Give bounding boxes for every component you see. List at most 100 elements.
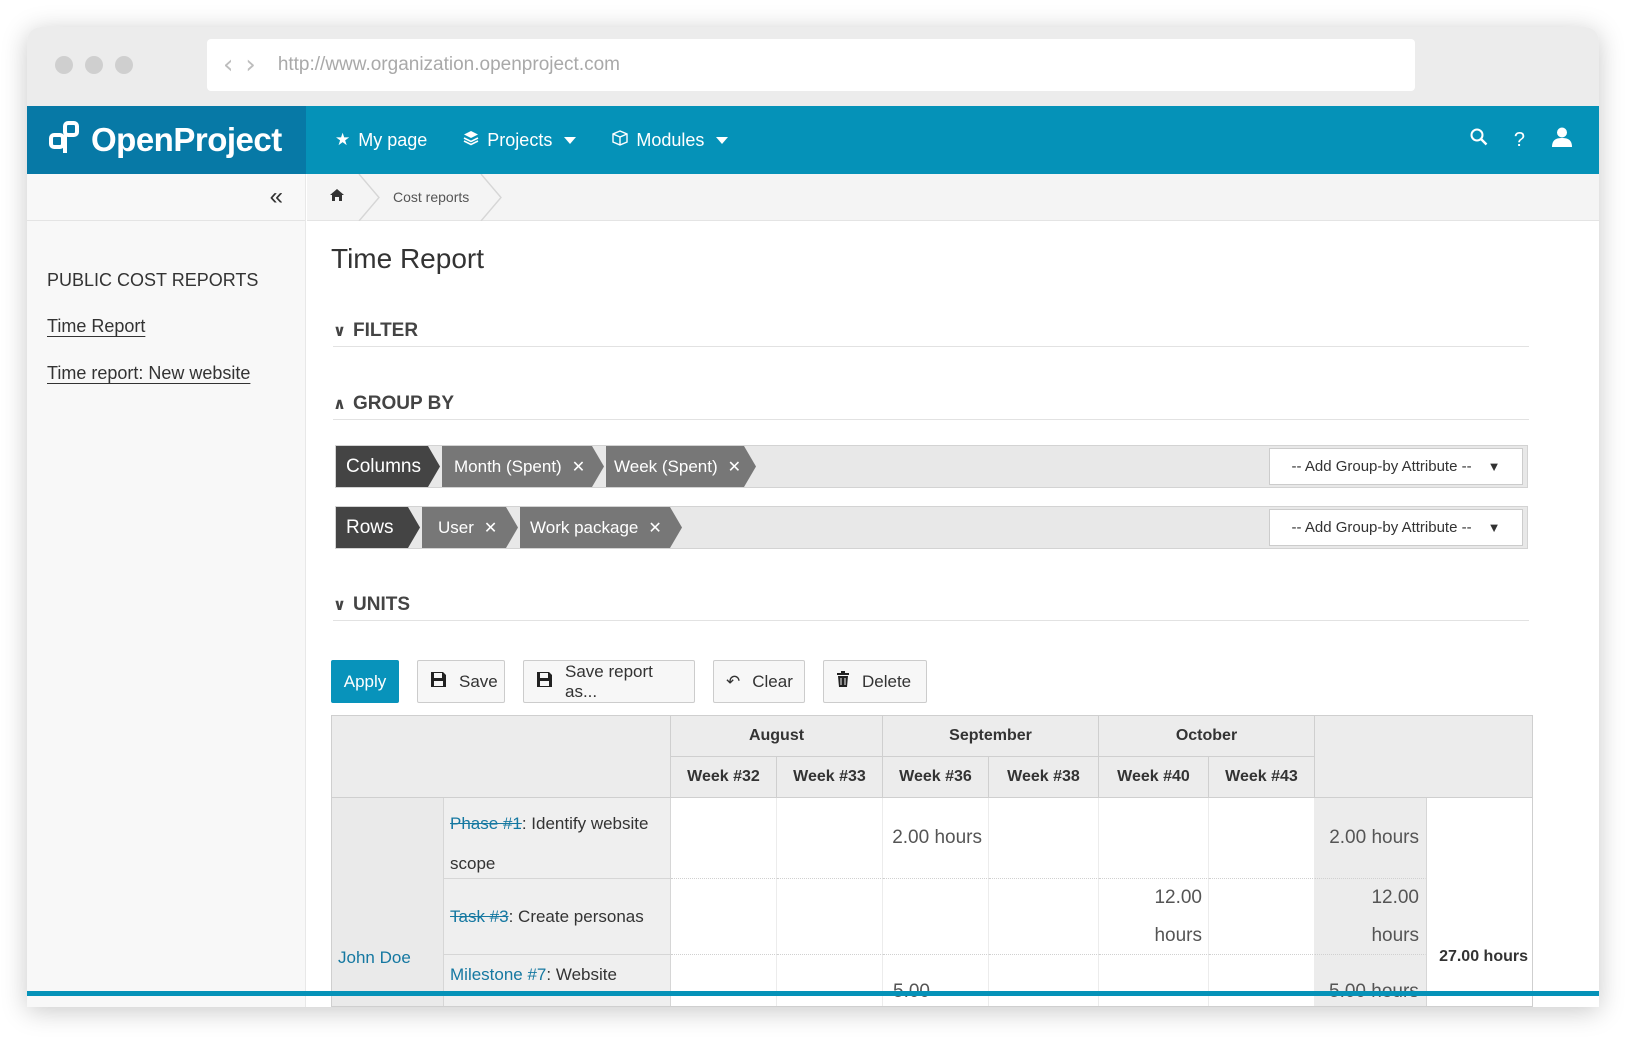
add-group-by-columns-text: -- Add Group-by Attribute --: [1291, 458, 1472, 475]
work-package-title: : Create personas: [508, 907, 644, 926]
menu-my-page[interactable]: ★ My page: [335, 130, 427, 151]
user-total: 27.00 hours: [1426, 798, 1532, 1006]
header-actions: ?: [1470, 106, 1599, 174]
week-header: Week #38: [989, 757, 1099, 798]
table-cell: [671, 879, 777, 955]
units-section-title: UNITS: [353, 593, 410, 615]
columns-label: Columns: [336, 446, 428, 487]
sidebar-link-time-report[interactable]: Time Report: [47, 316, 145, 337]
close-window-dot[interactable]: [55, 56, 73, 74]
chip-week-spent-label: Week (Spent): [614, 456, 718, 476]
table-cell: [989, 798, 1099, 879]
sum-header: [1315, 716, 1532, 798]
user-icon[interactable]: [1551, 126, 1573, 154]
dropdown-triangle-icon: ▼: [1487, 520, 1501, 535]
search-icon[interactable]: [1470, 128, 1488, 152]
chip-month-spent-label: Month (Spent): [454, 456, 562, 476]
add-group-by-rows-select[interactable]: -- Add Group-by Attribute -- ▼: [1269, 509, 1523, 546]
main-menu: ★ My page Projects Modules: [335, 106, 764, 174]
units-section-toggle[interactable]: ∨ UNITS: [333, 589, 1529, 621]
remove-chip-icon[interactable]: ✕: [484, 518, 497, 538]
work-package-link[interactable]: Phase #1: [450, 814, 522, 833]
table-cell: [1209, 955, 1315, 1006]
home-icon[interactable]: [329, 187, 345, 208]
menu-my-page-label: My page: [358, 129, 428, 150]
chip-arrow: [592, 446, 604, 487]
browser-window: ‹ › http://www.organization.openproject.…: [27, 27, 1599, 1007]
table-cell: [989, 879, 1099, 955]
logo-link[interactable]: OpenProject: [27, 106, 306, 174]
table-cell-hours: 5.00 hours: [883, 955, 989, 1006]
chip-arrow: [428, 446, 440, 487]
minimize-window-dot[interactable]: [85, 56, 103, 74]
forward-icon[interactable]: ›: [245, 52, 255, 78]
openproject-logo-icon: [49, 120, 81, 160]
chip-user[interactable]: User ✕: [422, 507, 506, 548]
add-group-by-columns-select[interactable]: -- Add Group-by Attribute -- ▼: [1269, 448, 1523, 485]
logo-text: OpenProject: [91, 121, 282, 158]
chevron-down-icon: [564, 136, 577, 144]
month-header: October: [1099, 716, 1315, 757]
table-corner: [332, 716, 671, 798]
row-total: 2.00 hours: [1315, 798, 1426, 879]
menu-modules[interactable]: Modules: [612, 130, 729, 151]
table-row-label: Milestone #7: Website: [444, 955, 671, 1006]
undo-icon: ↶: [726, 671, 741, 691]
group-by-section-title: GROUP BY: [353, 392, 455, 414]
week-header: Week #43: [1209, 757, 1315, 798]
add-group-by-rows-text: -- Add Group-by Attribute --: [1291, 519, 1472, 536]
chip-month-spent[interactable]: Month (Spent) ✕: [442, 446, 592, 487]
save-report-as-button[interactable]: Save report as...: [523, 660, 695, 703]
week-header: Week #40: [1099, 757, 1209, 798]
double-chevron-left-icon: «: [269, 183, 283, 210]
month-header: August: [671, 716, 883, 757]
week-header: Week #36: [883, 757, 989, 798]
delete-button[interactable]: Delete: [823, 660, 927, 703]
table-row-label: Task #3: Create personas: [444, 879, 671, 955]
table-cell: [671, 955, 777, 1006]
table-cell: [989, 955, 1099, 1006]
user-link[interactable]: John Doe: [338, 948, 411, 968]
user-total-value: 27.00 hours: [1439, 948, 1528, 965]
back-icon[interactable]: ‹: [223, 52, 233, 78]
work-package-link[interactable]: Task #3: [450, 907, 509, 926]
layers-icon: [463, 130, 479, 151]
top-header: OpenProject ★ My page Projects Modules ?: [27, 106, 1599, 174]
remove-chip-icon[interactable]: ✕: [572, 457, 585, 477]
remove-chip-icon[interactable]: ✕: [648, 518, 661, 538]
clear-button[interactable]: ↶ Clear: [713, 660, 805, 703]
group-by-columns: Columns Month (Spent) ✕ Week (Spent) ✕ -…: [335, 445, 1528, 488]
clear-button-label: Clear: [752, 671, 793, 691]
row-total: 12.00 hours: [1315, 879, 1426, 955]
group-by-section-toggle[interactable]: ∧ GROUP BY: [333, 388, 1529, 420]
menu-projects[interactable]: Projects: [463, 130, 577, 151]
url-text: http://www.organization.openproject.com: [277, 54, 620, 75]
sidebar-link-new-website[interactable]: Time report: New website: [47, 363, 250, 384]
table-cell: [1209, 798, 1315, 879]
maximize-window-dot[interactable]: [115, 56, 133, 74]
delete-button-label: Delete: [862, 671, 912, 691]
filter-section-toggle[interactable]: ∨ FILTER: [333, 315, 1529, 347]
group-by-rows: Rows User ✕ Work package ✕ -- Add Group-…: [335, 506, 1528, 549]
help-icon[interactable]: ?: [1514, 129, 1525, 152]
table-cell-hours: 12.00 hours: [1099, 879, 1209, 955]
chip-week-spent[interactable]: Week (Spent) ✕: [606, 446, 744, 487]
bottom-accent-bar: [27, 991, 1599, 996]
address-bar[interactable]: ‹ › http://www.organization.openproject.…: [207, 39, 1415, 91]
week-header: Week #33: [777, 757, 883, 798]
breadcrumb-separator: [358, 174, 380, 221]
save-button-label: Save: [459, 671, 498, 691]
trash-icon: [836, 670, 850, 693]
breadcrumb-current[interactable]: Cost reports: [393, 189, 469, 205]
dropdown-triangle-icon: ▼: [1487, 459, 1501, 474]
work-package-link[interactable]: Milestone #7: [450, 965, 546, 984]
save-button[interactable]: Save: [417, 660, 505, 703]
table-cell: [671, 798, 777, 879]
remove-chip-icon[interactable]: ✕: [728, 457, 741, 477]
breadcrumb-separator: [480, 174, 502, 221]
apply-button[interactable]: Apply: [331, 660, 399, 703]
chip-work-package[interactable]: Work package ✕: [520, 507, 670, 548]
chip-arrow: [506, 507, 518, 548]
table-cell-hours: 2.00 hours: [883, 798, 989, 879]
collapse-sidebar-button[interactable]: «: [27, 174, 305, 221]
